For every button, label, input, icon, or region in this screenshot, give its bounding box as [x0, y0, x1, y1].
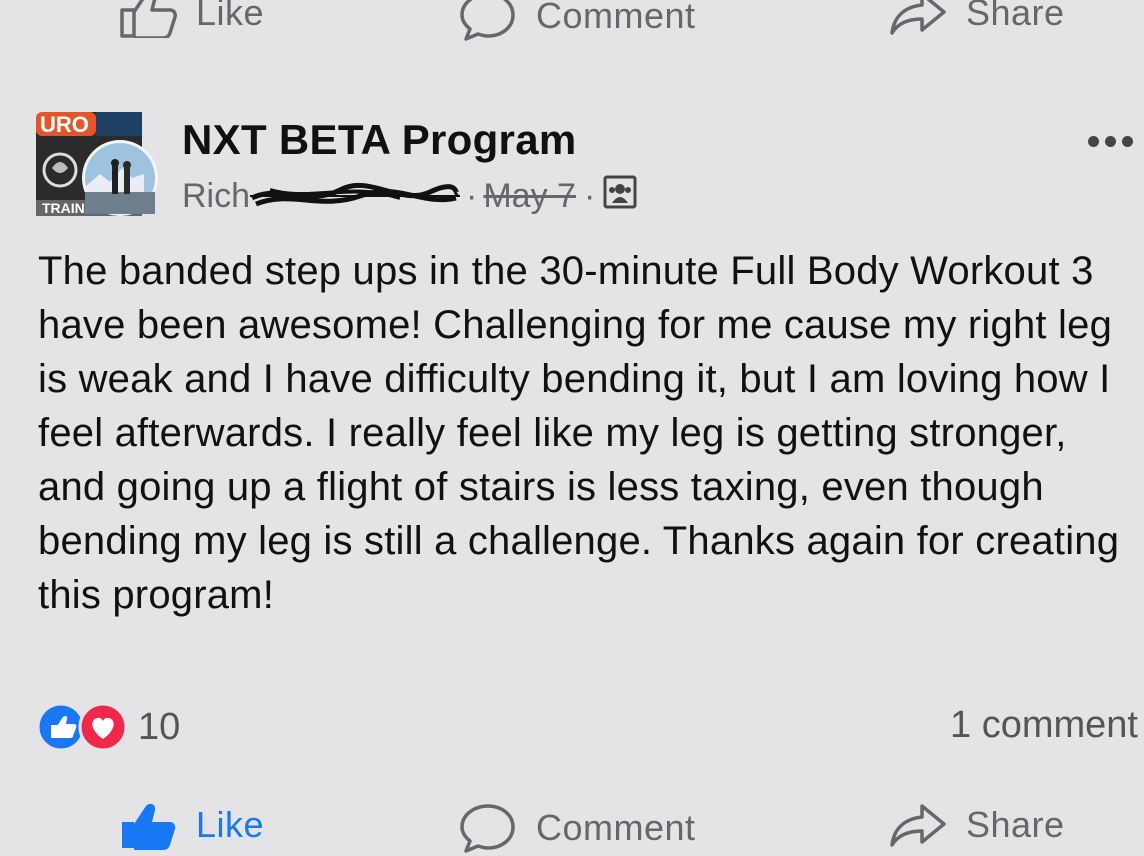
share-button[interactable]: Share — [888, 0, 1065, 38]
post-meta: Rich · May 7 · — [182, 175, 637, 218]
post-date[interactable]: May 7 — [483, 177, 576, 216]
group-members-icon — [603, 175, 637, 218]
love-reaction-icon — [78, 702, 128, 752]
share-label-bottom: Share — [966, 804, 1065, 845]
group-avatar[interactable]: URO TRAIN — [36, 112, 158, 218]
thumbs-up-filled-icon — [122, 803, 176, 850]
share-button-bottom[interactable]: Share — [888, 800, 1065, 850]
share-arrow-icon — [890, 804, 946, 847]
comment-bubble-icon — [460, 0, 515, 41]
post-body: The banded step ups in the 30-minute Ful… — [38, 249, 1120, 617]
comment-bubble-icon — [460, 804, 515, 853]
redaction-scribble — [250, 176, 461, 216]
comment-button[interactable]: Comment — [458, 0, 696, 44]
comment-label: Comment — [536, 0, 696, 36]
like-label-bottom: Like — [196, 804, 265, 845]
bottom-action-bar: Like Comment Share — [0, 790, 1144, 853]
avatar-text-top: URO — [40, 112, 89, 137]
share-label: Share — [966, 0, 1065, 33]
comment-button-bottom[interactable]: Comment — [458, 800, 696, 856]
like-button[interactable]: Like — [118, 0, 264, 38]
more-options-icon[interactable] — [1088, 136, 1138, 150]
top-action-bar: Like Comment Share — [0, 0, 1144, 48]
like-button-bottom[interactable]: Like — [118, 800, 264, 850]
reactions-summary[interactable]: 10 — [36, 702, 180, 752]
meta-separator: · — [466, 176, 478, 215]
reaction-count: 10 — [138, 705, 181, 748]
avatar-image: URO TRAIN — [36, 112, 158, 216]
like-label: Like — [196, 0, 265, 33]
author-name[interactable]: Rich — [182, 177, 250, 216]
thumbs-up-icon — [120, 0, 177, 38]
meta-separator-2: · — [583, 176, 596, 215]
group-name[interactable]: NXT BETA Program — [182, 116, 577, 164]
avatar-text-bottom: TRAIN — [42, 200, 85, 216]
comment-count[interactable]: 1 comment — [950, 704, 1138, 747]
comment-label-bottom: Comment — [536, 807, 696, 848]
share-arrow-icon — [890, 0, 946, 35]
